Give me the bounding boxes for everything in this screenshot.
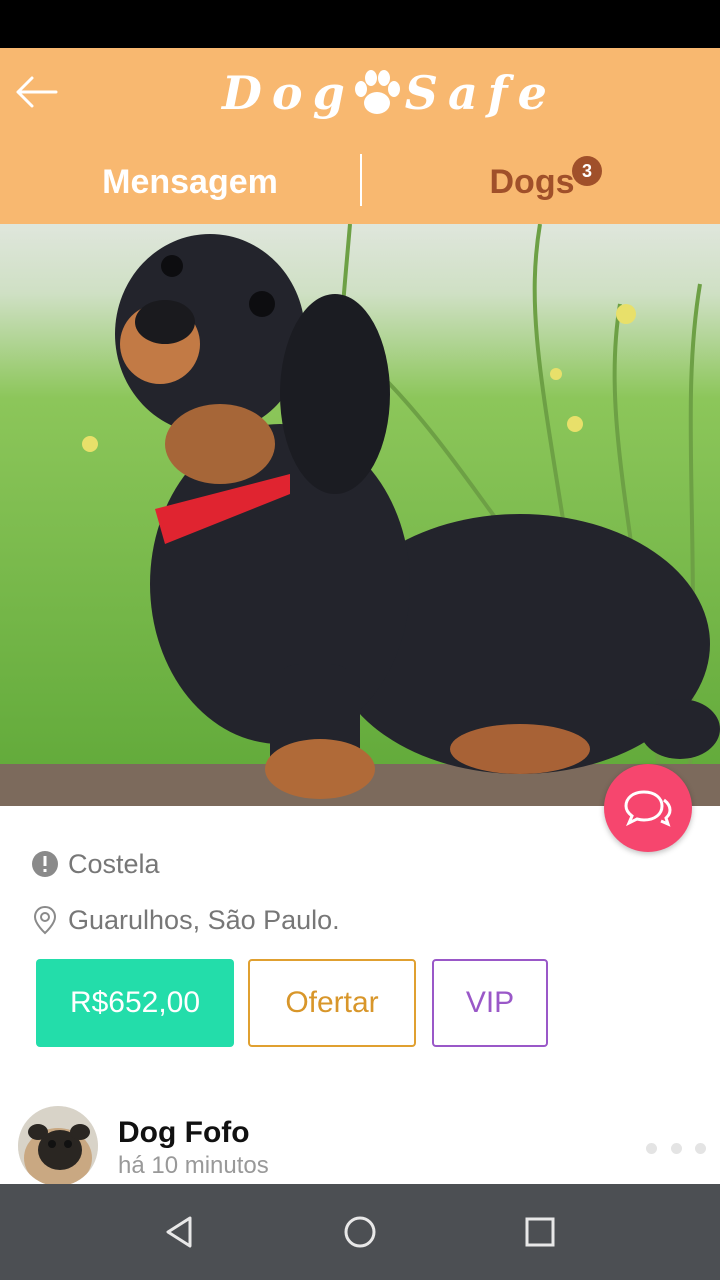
logo-text-right: Safe — [404, 66, 557, 120]
dogs-count-badge: 3 — [572, 156, 602, 186]
android-nav-bar — [0, 1184, 720, 1280]
map-pin-icon — [30, 905, 60, 935]
back-arrow-icon[interactable] — [14, 72, 60, 112]
location-text: Guarulhos, São Paulo. — [68, 904, 340, 935]
app-logo: Dog Safe — [222, 62, 547, 124]
dog-photo[interactable] — [0, 224, 720, 806]
tab-mensagem[interactable]: Mensagem — [20, 152, 360, 212]
app-header: Dog Safe Mensagem Dogs 3 — [0, 48, 720, 224]
post-author[interactable]: Dog Fofo — [118, 1116, 250, 1150]
logo-text-left: Dog — [222, 66, 355, 120]
breed-text: Costela — [68, 848, 160, 879]
vip-button[interactable]: VIP — [432, 959, 548, 1047]
avatar[interactable] — [18, 1106, 98, 1186]
tab-divider — [360, 154, 362, 206]
price-button[interactable]: R$652,00 — [36, 959, 234, 1047]
exclamation-circle-icon — [30, 849, 60, 879]
status-bar — [0, 0, 720, 48]
chat-bubbles-icon — [624, 790, 672, 827]
offer-button[interactable]: Ofertar — [248, 959, 416, 1047]
nav-recents-icon[interactable] — [520, 1212, 560, 1252]
paw-icon — [351, 67, 403, 119]
post-time: há 10 minutos — [118, 1152, 269, 1179]
breed-row: Costela — [30, 844, 160, 884]
chat-fab-button[interactable] — [604, 764, 692, 852]
nav-home-icon[interactable] — [340, 1212, 380, 1252]
more-dots-icon[interactable] — [646, 1140, 706, 1156]
location-row: Guarulhos, São Paulo. — [30, 900, 340, 940]
nav-back-icon[interactable] — [160, 1212, 200, 1252]
tab-dogs[interactable]: Dogs — [362, 152, 702, 212]
